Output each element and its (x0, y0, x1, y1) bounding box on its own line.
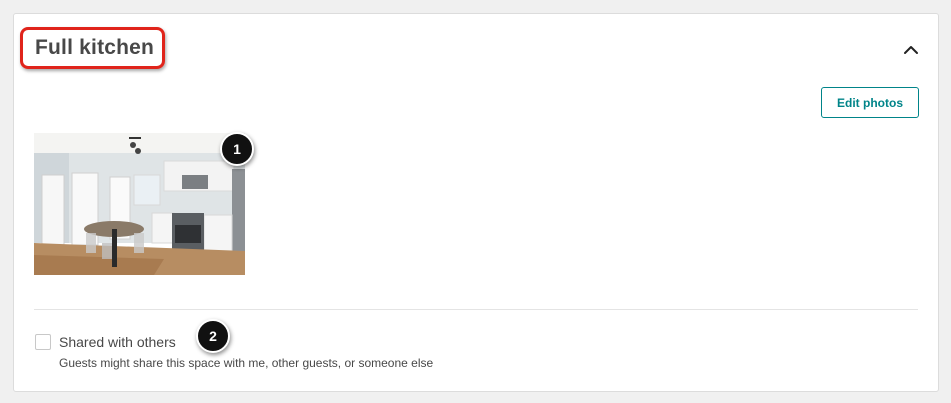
edit-photos-button[interactable]: Edit photos (821, 87, 919, 118)
shared-with-others-description: Guests might share this space with me, o… (59, 356, 434, 370)
callout-badge-1: 1 (220, 132, 254, 166)
section-title: Full kitchen (35, 36, 155, 59)
shared-with-others-label[interactable]: Shared with others (59, 334, 176, 350)
kitchen-photo[interactable] (34, 133, 245, 275)
section-header-highlight: Full kitchen (20, 27, 165, 69)
kitchen-photo-image (34, 133, 245, 275)
shared-with-others-checkbox[interactable] (35, 334, 51, 350)
room-card: Full kitchen Edit photos 1 Shared with o… (13, 13, 939, 392)
callout-badge-2: 2 (196, 319, 230, 353)
collapse-button[interactable] (899, 40, 923, 60)
chevron-up-icon (904, 46, 918, 54)
section-divider (34, 309, 918, 310)
